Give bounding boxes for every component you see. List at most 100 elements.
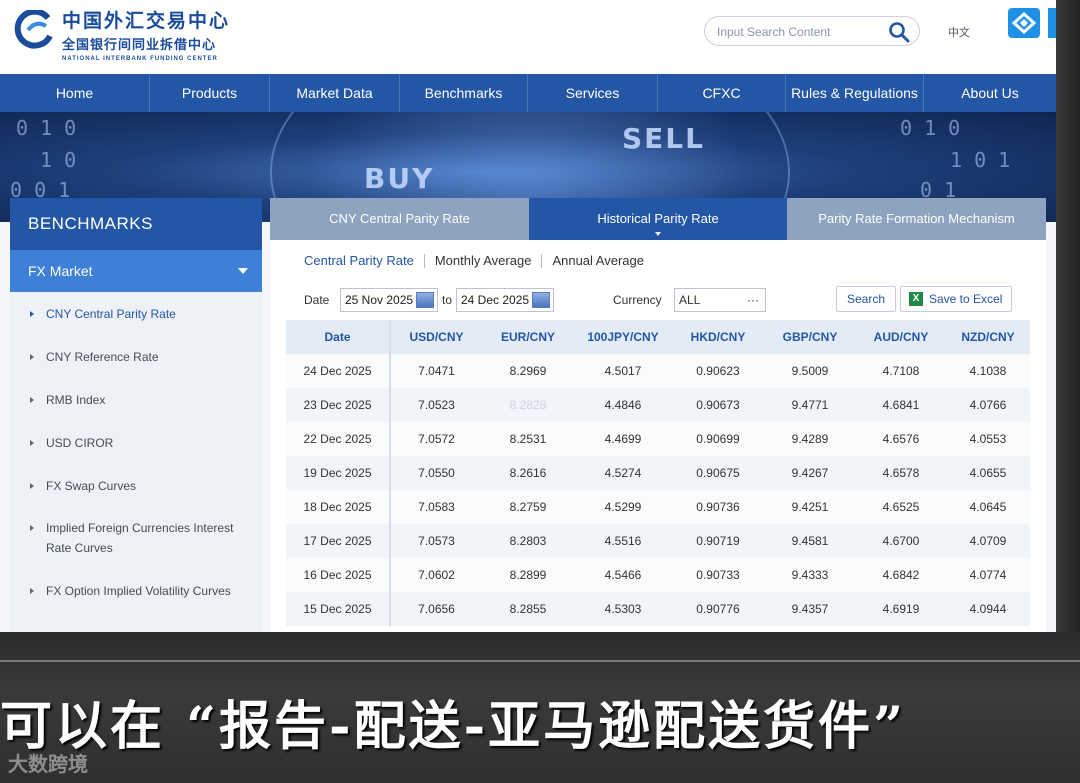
calendar-icon[interactable] <box>416 292 434 308</box>
table-cell: 4.0944 <box>946 592 1030 626</box>
table-cell: 4.6841 <box>856 388 946 422</box>
sidebar-section-fx-market[interactable]: FX Market <box>10 250 262 292</box>
table-cell: 4.6842 <box>856 558 946 592</box>
logo-mark-icon <box>14 10 53 49</box>
table-cell: 7.0583 <box>390 490 482 524</box>
browser-viewport: 中国外汇交易中心 全国银行间同业拆借中心 NATIONAL INTERBANK … <box>0 0 1056 632</box>
caption-divider <box>0 660 1080 662</box>
bullet-icon <box>30 397 34 403</box>
nav-rules-regulations[interactable]: Rules & Regulations <box>786 74 924 112</box>
table-cell: 4.4699 <box>574 422 672 456</box>
table-row: 15 Dec 2025 7.0656 8.2855 4.5303 0.90776 9.43… <box>286 592 1030 626</box>
date-to-label: to <box>442 293 453 307</box>
app-icon[interactable] <box>1008 8 1040 38</box>
col-hkd-cny: HKD/CNY <box>672 320 764 354</box>
table-cell: 9.4357 <box>764 592 856 626</box>
sidebar-item-cny-central-parity-rate[interactable]: CNY Central Parity Rate <box>10 304 262 324</box>
table-cell: 0.90719 <box>672 524 764 558</box>
nav-about-us[interactable]: About Us <box>924 74 1056 112</box>
date-label: Date <box>304 293 330 307</box>
nav-cfxc[interactable]: CFXC <box>658 74 786 112</box>
sidebar-item-implied-foreign-currencies[interactable]: Implied Foreign Currencies Interest Rate … <box>10 518 262 558</box>
table-cell: 7.0656 <box>390 592 482 626</box>
tab-historical-parity-rate[interactable]: Historical Parity Rate <box>529 198 787 240</box>
bullet-icon <box>30 440 34 446</box>
table-cell: 4.7108 <box>856 354 946 388</box>
more-options-icon: ··· <box>747 293 759 307</box>
table-cell: 16 Dec 2025 <box>286 558 391 592</box>
table-cell: 4.0766 <box>946 388 1030 422</box>
table-cell: 9.4333 <box>764 558 856 592</box>
table-row: 24 Dec 2025 7.0471 8.2969 4.5017 0.90623 9.50… <box>286 354 1030 388</box>
table-cell: 7.0573 <box>390 524 482 558</box>
subtab-annual-average[interactable]: Annual Average <box>542 254 654 268</box>
sidebar-item-usd-ciror[interactable]: USD CIROR <box>10 433 262 453</box>
nav-services[interactable]: Services <box>528 74 658 112</box>
nav-market-data[interactable]: Market Data <box>270 74 400 112</box>
tab-cny-central-parity-rate[interactable]: CNY Central Parity Rate <box>270 198 529 240</box>
table-row: 19 Dec 2025 7.0550 8.2616 4.5274 0.90675 9.42… <box>286 456 1030 490</box>
table-cell: 4.6525 <box>856 490 946 524</box>
table-cell: 8.2828 <box>482 388 574 422</box>
search-input[interactable] <box>717 23 877 41</box>
table-cell: 9.4251 <box>764 490 856 524</box>
currency-select[interactable]: ALL ··· <box>674 288 766 312</box>
col-eur-cny: EUR/CNY <box>482 320 574 354</box>
sidebar-item-rmb-index[interactable]: RMB Index <box>10 390 262 410</box>
table-cell: 0.90623 <box>672 354 764 388</box>
bullet-icon <box>30 483 34 489</box>
table-cell: 0.90736 <box>672 490 764 524</box>
calendar-icon[interactable] <box>532 292 550 308</box>
table-cell: 4.4846 <box>574 388 672 422</box>
table-cell: 15 Dec 2025 <box>286 592 391 626</box>
table-cell: 0.90776 <box>672 592 764 626</box>
table-row: 22 Dec 2025 7.0572 8.2531 4.4699 0.90699 9.42… <box>286 422 1030 456</box>
table-cell: 19 Dec 2025 <box>286 456 391 490</box>
sidebar-item-cny-reference-rate[interactable]: CNY Reference Rate <box>10 347 262 367</box>
nav-home[interactable]: Home <box>0 74 150 112</box>
nav-benchmarks[interactable]: Benchmarks <box>400 74 528 112</box>
nav-products[interactable]: Products <box>150 74 270 112</box>
table-cell: 7.0471 <box>390 354 482 388</box>
caret-down-icon <box>655 232 661 236</box>
tab-parity-rate-formation[interactable]: Parity Rate Formation Mechanism <box>787 198 1046 240</box>
language-switch[interactable]: 中文 <box>948 24 970 40</box>
table-cell: 4.0709 <box>946 524 1030 558</box>
table-cell: 0.90673 <box>672 388 764 422</box>
tab-bar: CNY Central Parity Rate Historical Parit… <box>270 198 1046 240</box>
table-cell: 17 Dec 2025 <box>286 524 391 558</box>
table-cell: 0.90733 <box>672 558 764 592</box>
table-cell: 8.2531 <box>482 422 574 456</box>
table-cell: 4.5466 <box>574 558 672 592</box>
sidebar-item-fx-swap-curves[interactable]: FX Swap Curves <box>10 476 262 496</box>
bullet-icon <box>30 311 34 317</box>
parity-rate-table: Date USD/CNY EUR/CNY 100JPY/CNY HKD/CNY … <box>286 320 1030 626</box>
table-cell: 24 Dec 2025 <box>286 354 391 388</box>
table-cell: 7.0602 <box>390 558 482 592</box>
sidebar: BENCHMARKS FX Market CNY Central Parity … <box>10 198 262 632</box>
table-row: 17 Dec 2025 7.0573 8.2803 4.5516 0.90719 9.45… <box>286 524 1030 558</box>
table-cell: 8.2899 <box>482 558 574 592</box>
table-cell: 4.5299 <box>574 490 672 524</box>
sidebar-item-fx-option-volatility[interactable]: FX Option Implied Volatility Curves <box>10 581 262 601</box>
search-button[interactable]: Search <box>836 286 896 312</box>
date-from-input[interactable]: 25 Nov 2025 <box>340 288 438 312</box>
logo-subtitle-en: NATIONAL INTERBANK FUNDING CENTER <box>62 56 218 62</box>
logo-title-cn: 中国外汇交易中心 <box>62 10 231 32</box>
search-icon[interactable] <box>888 21 910 43</box>
currency-label: Currency <box>613 293 662 307</box>
table-cell: 4.0774 <box>946 558 1030 592</box>
table-cell: 0.90675 <box>672 456 764 490</box>
table-cell: 8.2616 <box>482 456 574 490</box>
subtab-central-parity-rate[interactable]: Central Parity Rate <box>304 254 425 268</box>
app-icon-partial[interactable] <box>1048 8 1056 38</box>
table-cell: 4.5303 <box>574 592 672 626</box>
col-date: Date <box>286 320 391 354</box>
video-caption: 可以在 “报告-配送-亚马逊配送货件” <box>0 696 907 757</box>
table-cell: 9.5009 <box>764 354 856 388</box>
date-to-input[interactable]: 24 Dec 2025 <box>456 288 554 312</box>
save-to-excel-button[interactable]: X Save to Excel <box>900 286 1012 312</box>
subtab-monthly-average[interactable]: Monthly Average <box>425 254 543 268</box>
table-cell: 4.0655 <box>946 456 1030 490</box>
table-cell: 4.1038 <box>946 354 1030 388</box>
